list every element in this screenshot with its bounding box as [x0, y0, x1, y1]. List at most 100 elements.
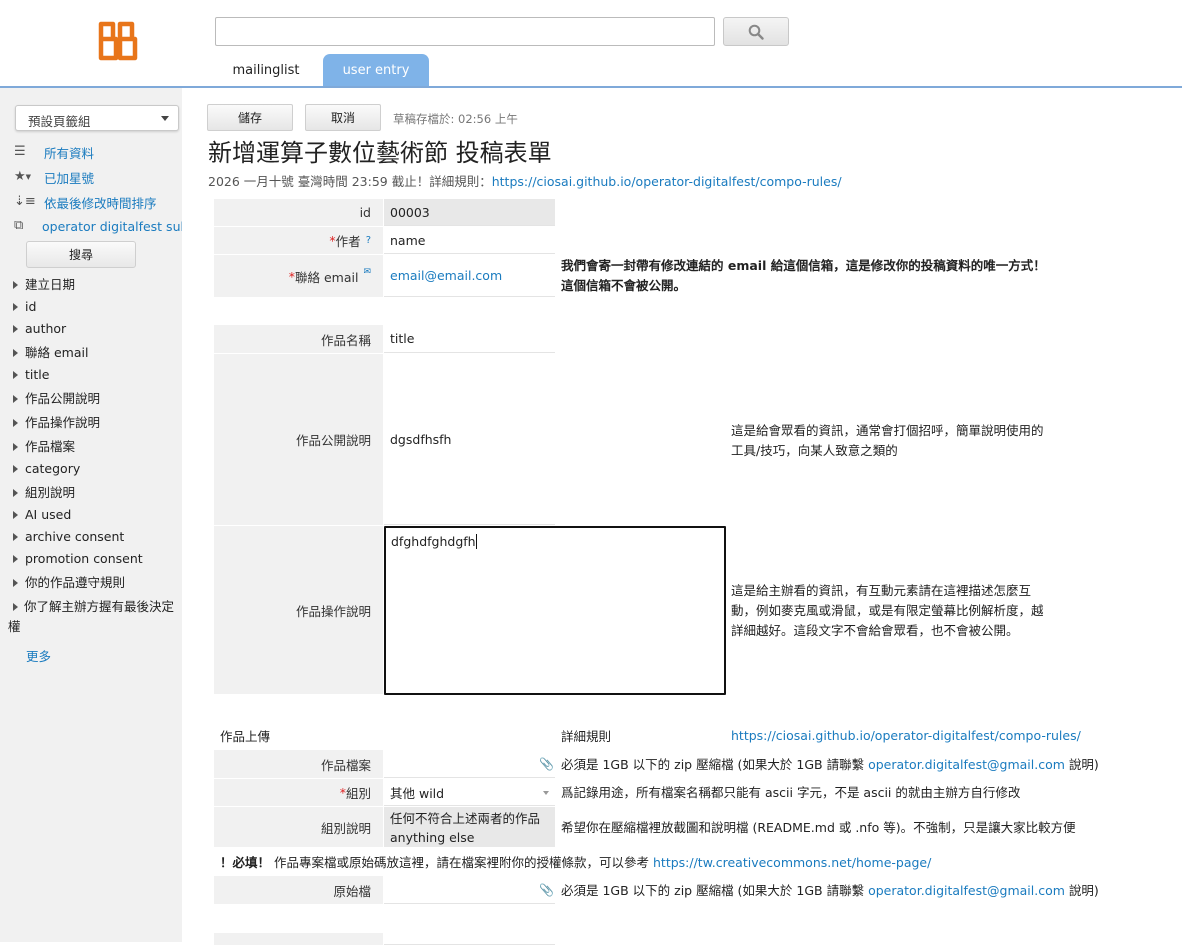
field-item[interactable]: id: [8, 297, 182, 317]
contact-email-link[interactable]: operator.digitalfest@gmail.com: [868, 883, 1065, 898]
field-label-file: 作品檔案: [214, 750, 383, 778]
field-item[interactable]: AI used: [8, 505, 182, 525]
paperclip-icon[interactable]: 📎: [539, 883, 554, 897]
chevron-down-icon: [543, 791, 549, 795]
field-item-label: promotion consent: [25, 551, 143, 566]
field-item[interactable]: 聯絡 email: [8, 343, 182, 363]
file-note-suffix: 說明): [1068, 757, 1099, 772]
upload-section-heading: 作品上傳: [220, 729, 271, 744]
field-label-partial: [214, 933, 383, 945]
field-item[interactable]: 作品檔案: [8, 437, 182, 457]
field-item[interactable]: 作品操作說明: [8, 413, 182, 433]
note-line: 詳細越好。這段文字不會給會眾看，也不會被公開。: [731, 623, 1019, 638]
expand-arrow-icon: [13, 489, 18, 497]
sidebar-item-all-records[interactable]: ☰ 所有資料: [14, 142, 94, 162]
public-desc-textarea[interactable]: dgsdfhsfh: [384, 354, 555, 525]
email-field[interactable]: email@email.com: [384, 255, 555, 297]
expand-arrow-icon: [13, 555, 18, 563]
expand-arrow-icon: [13, 533, 18, 541]
expand-arrow-icon: [13, 419, 18, 427]
field-item[interactable]: 你的作品遵守規則: [8, 573, 182, 593]
category-desc-line: 任何不符合上述兩者的作品: [390, 811, 541, 826]
paperclip-icon[interactable]: 📎: [539, 757, 554, 771]
field-label-email: * 聯絡 email ✉: [214, 255, 383, 297]
page-title: 新增運算子數位藝術節 投稿表單: [208, 139, 552, 167]
note-line: 工具/技巧，向某人致意之類的: [731, 443, 898, 458]
expand-arrow-icon: [13, 325, 18, 333]
sidebar-item-starred[interactable]: ★▼ 已加星號: [14, 167, 94, 187]
field-value-partial: [384, 933, 555, 945]
field-item[interactable]: promotion consent: [8, 549, 182, 569]
expand-arrow-icon: [13, 443, 18, 451]
field-item[interactable]: 建立日期: [8, 275, 182, 295]
tab-user-entry[interactable]: user entry: [323, 54, 429, 87]
list-icon: ☰: [14, 144, 26, 159]
tab-mailinglist[interactable]: mailinglist: [222, 54, 310, 87]
sidebar-item-label: 依最後修改時間排序: [44, 195, 157, 211]
expand-arrow-icon: [13, 303, 18, 311]
required-banner: ！必填！: [220, 855, 271, 870]
sidebar-item-label: 已加星號: [44, 170, 95, 186]
search-icon: [748, 24, 764, 40]
creative-commons-link[interactable]: https://tw.creativecommons.net/home-page…: [653, 855, 931, 870]
field-item-label: 聯絡 email: [25, 345, 89, 360]
help-icon[interactable]: ?: [366, 235, 371, 246]
sidebar: 預設頁籤組 ☰ 所有資料 ★▼ 已加星號 ⇣≡ 依最後修改時間排序 ⧉ oper…: [0, 88, 182, 942]
field-item-label: 建立日期: [25, 277, 76, 292]
source-note-text: 必須是 1GB 以下的 zip 壓縮檔 (如果大於 1GB 請聯繫: [561, 883, 865, 898]
search-input[interactable]: [215, 17, 715, 46]
title-input[interactable]: title: [384, 325, 555, 353]
upload-rules-link[interactable]: https://ciosai.github.io/operator-digita…: [731, 726, 1081, 746]
email-note-line: 這個信箱不會被公開。: [561, 278, 687, 293]
field-label-category: * 組別: [214, 779, 383, 806]
category-desc-line: anything else: [390, 830, 475, 845]
source-upload-field[interactable]: [384, 876, 555, 904]
field-item[interactable]: 作品公開說明: [8, 389, 182, 409]
save-button[interactable]: 儲存: [207, 104, 293, 131]
operation-desc-textarea[interactable]: dfghdfghdgfh​: [384, 526, 726, 695]
note-line: 這是給會眾看的資訊，通常會打個招呼，簡單說明使用的: [731, 423, 1044, 438]
field-item-label: id: [25, 299, 37, 314]
field-item-label: 你的作品遵守規則: [25, 575, 126, 590]
field-item[interactable]: title: [8, 365, 182, 385]
field-item-label: author: [25, 321, 67, 336]
operation-desc-text: dfghdfghdgfh: [391, 534, 476, 549]
field-item[interactable]: 組別說明: [8, 483, 182, 503]
author-input[interactable]: name: [384, 227, 555, 254]
view-select[interactable]: 預設頁籤組: [15, 105, 179, 131]
field-item-label: archive consent: [25, 529, 125, 544]
field-value-id: 00003: [384, 199, 555, 226]
operation-desc-note: 這是給主辦看的資訊，有互動元素請在這裡描述怎麼互 動，例如麥克風或滑鼠，或是有限…: [731, 581, 1044, 641]
chevron-down-icon: [161, 116, 169, 121]
author-label: 作者: [335, 234, 361, 249]
cancel-button[interactable]: 取消: [305, 104, 381, 131]
deadline-text: 2026 一月十號 臺灣時間 23:59 截止！詳細規則：https://cio…: [208, 171, 842, 190]
field-item[interactable]: category: [8, 459, 182, 479]
more-link[interactable]: 更多: [26, 646, 51, 665]
field-label-source: 原始檔: [214, 876, 383, 904]
field-item[interactable]: author: [8, 319, 182, 339]
rules-link[interactable]: https://ciosai.github.io/operator-digita…: [492, 174, 842, 189]
field-item-label: AI used: [25, 507, 72, 522]
email-note: 我們會寄一封帶有修改連結的 email 給這個信箱，這是修改你的投稿資料的唯一方…: [561, 256, 1046, 296]
contact-email-link[interactable]: operator.digitalfest@gmail.com: [868, 757, 1065, 772]
sidebar-item-sort-modified[interactable]: ⇣≡ 依最後修改時間排序: [14, 192, 157, 212]
app-logo[interactable]: [96, 20, 140, 62]
field-label-category-desc: 組別說明: [214, 807, 383, 847]
upload-rules-label: 詳細規則: [561, 729, 612, 744]
note-line: 動，例如麥克風或滑鼠，或是有限定螢幕比例解析度，越: [731, 603, 1044, 618]
sidebar-search-button[interactable]: 搜尋: [26, 241, 136, 268]
source-note-text: 作品專案檔或原始碼放這裡，請在檔案裡附你的授權條款，可以參考: [274, 855, 650, 870]
file-upload-field[interactable]: [384, 750, 555, 778]
sidebar-item-table[interactable]: ⧉ operator digitalfest submissions: [14, 216, 182, 236]
category-label: 組別: [345, 786, 371, 801]
field-item[interactable]: archive consent: [8, 527, 182, 547]
field-item[interactable]: 你了解主辦方握有最後決定權: [8, 597, 182, 637]
category-select[interactable]: 其他 wild: [384, 779, 555, 806]
public-desc-note: 這是給會眾看的資訊，通常會打個招呼，簡單說明使用的 工具/技巧，向某人致意之類的: [731, 421, 1044, 461]
search-button[interactable]: [723, 17, 789, 46]
field-label-author: * 作者?: [214, 227, 383, 254]
field-label-title: 作品名稱: [214, 325, 383, 353]
category-desc-value: 任何不符合上述兩者的作品 anything else: [384, 807, 555, 847]
view-select-label: 預設頁籤組: [28, 114, 91, 129]
